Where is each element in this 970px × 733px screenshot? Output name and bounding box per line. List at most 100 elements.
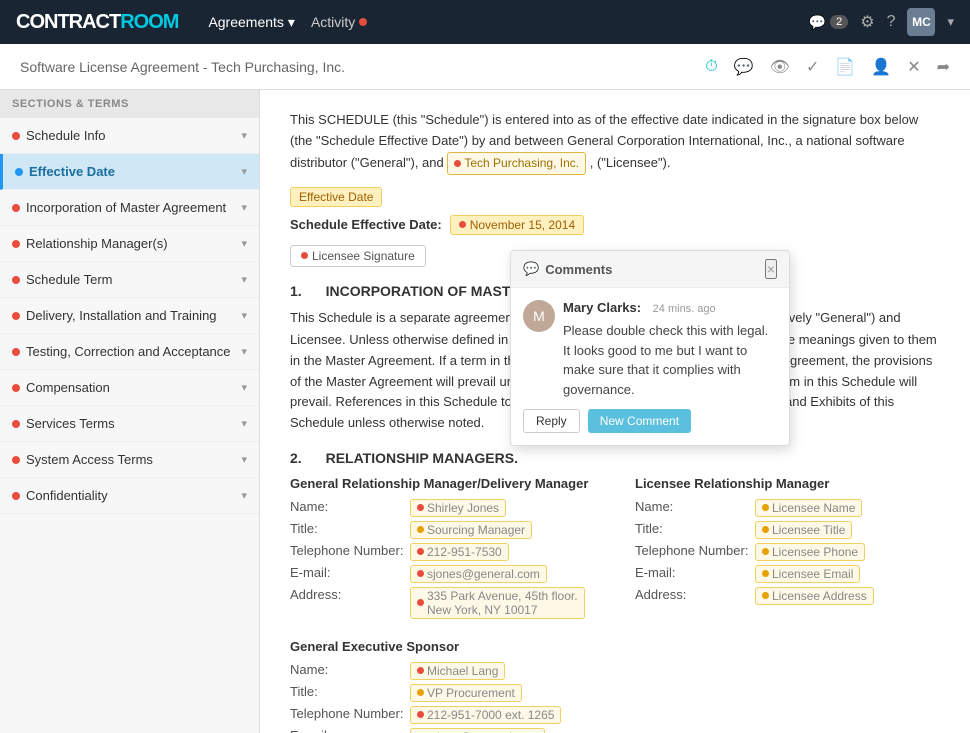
settings-icon[interactable]: ⚙ [860, 12, 874, 32]
comment-close-button[interactable]: × [765, 259, 777, 279]
dot-icon [15, 168, 23, 176]
nav-activity[interactable]: Activity [311, 14, 367, 31]
sidebar-item-relationship-managers[interactable]: Relationship Manager(s) ▾ [0, 226, 259, 262]
comment-bubble-icon: 💬 [523, 261, 539, 277]
dot-icon [417, 570, 424, 577]
sidebar-item-testing[interactable]: Testing, Correction and Acceptance ▾ [0, 334, 259, 370]
licensee-phone-field[interactable]: Licensee Phone [755, 543, 865, 561]
sidebar-item-delivery[interactable]: Delivery, Installation and Training ▾ [0, 298, 259, 334]
sponsor-name-tag[interactable]: Michael Lang [410, 662, 505, 680]
nav-right: 💬 2 ⚙ ? MC ▾ [809, 8, 954, 36]
sidebar-item-schedule-info[interactable]: Schedule Info ▾ [0, 118, 259, 154]
user-icon[interactable]: 👤 [871, 57, 891, 77]
user-avatar[interactable]: MC [907, 8, 935, 36]
chevron-icon: ▾ [241, 201, 247, 214]
licensee-email-field[interactable]: Licensee Email [755, 565, 860, 583]
comment-content: Mary Clarks: 24 mins. ago Please double … [563, 300, 777, 399]
timer-icon[interactable]: ⏱ [705, 58, 717, 76]
dot-icon [762, 570, 769, 577]
general-email-tag[interactable]: sjones@general.com [410, 565, 547, 583]
dot-icon [301, 252, 308, 259]
dot-icon [12, 348, 20, 356]
comment-author-row: M Mary Clarks: 24 mins. ago Please doubl… [523, 300, 777, 399]
sidebar-item-schedule-term[interactable]: Schedule Term ▾ [0, 262, 259, 298]
dot-icon [12, 384, 20, 392]
chat-button[interactable]: 💬 2 [809, 14, 849, 31]
chevron-down-icon: ▾ [288, 14, 295, 31]
dot-icon [762, 504, 769, 511]
general-address-row: Address: 335 Park Avenue, 45th floor.New… [290, 587, 595, 619]
chevron-icon: ▾ [241, 165, 247, 178]
dot-icon [12, 240, 20, 248]
sponsor-phone-tag[interactable]: 212-951-7000 ext. 1265 [410, 706, 561, 724]
comment-icon[interactable]: 💬 [734, 57, 754, 77]
help-icon[interactable]: ? [887, 13, 896, 31]
new-comment-button[interactable]: New Comment [588, 409, 691, 433]
licensee-signature-button[interactable]: Licensee Signature [290, 245, 426, 267]
licensee-email-row: E-mail: Licensee Email [635, 565, 940, 583]
dot-icon [417, 599, 424, 606]
share-icon[interactable]: ➦ [937, 57, 950, 77]
view-icon[interactable]: 👁 [770, 57, 790, 77]
check-icon[interactable]: ✓ [806, 57, 819, 77]
nav-links: Agreements ▾ Activity [208, 14, 367, 31]
general-address-tag[interactable]: 335 Park Avenue, 45th floor.New York, NY… [410, 587, 585, 619]
sidebar-item-effective-date[interactable]: Effective Date ▾ [0, 154, 259, 190]
general-name-tag[interactable]: Shirley Jones [410, 499, 506, 517]
dot-icon [417, 504, 424, 511]
sidebar: SECTIONS & TERMS Schedule Info ▾ Effecti… [0, 90, 260, 733]
sponsor-email-tag[interactable]: mlang@general.com [410, 728, 545, 733]
relationship-grid: General Relationship Manager/Delivery Ma… [290, 476, 940, 623]
dot-icon [12, 276, 20, 284]
sidebar-item-confidentiality[interactable]: Confidentiality ▾ [0, 478, 259, 514]
logo-accent: ROOM [120, 11, 178, 33]
licensee-phone-row: Telephone Number: Licensee Phone [635, 543, 940, 561]
reply-button[interactable]: Reply [523, 409, 580, 433]
effective-date-value[interactable]: November 15, 2014 [450, 215, 584, 235]
dot-icon [762, 592, 769, 599]
dot-icon [12, 312, 20, 320]
general-phone-tag[interactable]: 212-951-7530 [410, 543, 509, 561]
section2-heading: 2. RELATIONSHIP MANAGERS. [290, 450, 940, 466]
subheader: Software License Agreement - Tech Purcha… [0, 44, 970, 90]
licensee-title-field[interactable]: Licensee Title [755, 521, 852, 539]
sponsor-name-row: Name: Michael Lang [290, 662, 940, 680]
document-icon[interactable]: 📄 [835, 57, 855, 77]
intro-paragraph: This SCHEDULE (this "Schedule") is enter… [290, 110, 940, 175]
chat-icon: 💬 [809, 14, 826, 31]
sidebar-item-services-terms[interactable]: Services Terms ▾ [0, 406, 259, 442]
dot-icon [12, 420, 20, 428]
chevron-icon: ▾ [241, 309, 247, 322]
dot-icon [762, 548, 769, 555]
sponsor-title-tag[interactable]: VP Procurement [410, 684, 522, 702]
general-title-row: Title: Sourcing Manager [290, 521, 595, 539]
document-title: Software License Agreement - Tech Purcha… [20, 59, 685, 75]
commenter-avatar: M [523, 300, 555, 332]
activity-dot [359, 18, 367, 26]
licensee-name-field[interactable]: Licensee Name [755, 499, 862, 517]
chevron-icon: ▾ [241, 453, 247, 466]
comment-actions: Reply New Comment [523, 409, 777, 433]
dot-icon [417, 689, 424, 696]
top-navigation: CONTRACTROOM Agreements ▾ Activity 💬 2 ⚙… [0, 0, 970, 44]
comment-popup: 💬 Comments × M Mary Clarks: 24 mins. ago… [510, 250, 790, 446]
licensee-rm-col: Licensee Relationship Manager Name: Lice… [635, 476, 940, 623]
sidebar-item-system-access[interactable]: System Access Terms ▾ [0, 442, 259, 478]
general-phone-row: Telephone Number: 212-951-7530 [290, 543, 595, 561]
sidebar-item-incorporation[interactable]: Incorporation of Master Agreement ▾ [0, 190, 259, 226]
sidebar-item-compensation[interactable]: Compensation ▾ [0, 370, 259, 406]
sponsor-email-row: E-mail: mlang@general.com [290, 728, 940, 733]
comment-timestamp: 24 mins. ago [653, 303, 716, 315]
chevron-icon: ▾ [241, 237, 247, 250]
chevron-down-icon: ▾ [947, 14, 954, 30]
sponsor-heading: General Executive Sponsor [290, 639, 940, 654]
close-icon[interactable]: ✕ [907, 57, 920, 77]
general-title-tag[interactable]: Sourcing Manager [410, 521, 532, 539]
logo: CONTRACTROOM [16, 11, 178, 34]
dot-icon [417, 548, 424, 555]
nav-agreements[interactable]: Agreements ▾ [208, 14, 295, 31]
licensee-address-field[interactable]: Licensee Address [755, 587, 874, 605]
dot-icon [417, 667, 424, 674]
dot-icon [762, 526, 769, 533]
schedule-date-row: Schedule Effective Date: November 15, 20… [290, 215, 940, 235]
